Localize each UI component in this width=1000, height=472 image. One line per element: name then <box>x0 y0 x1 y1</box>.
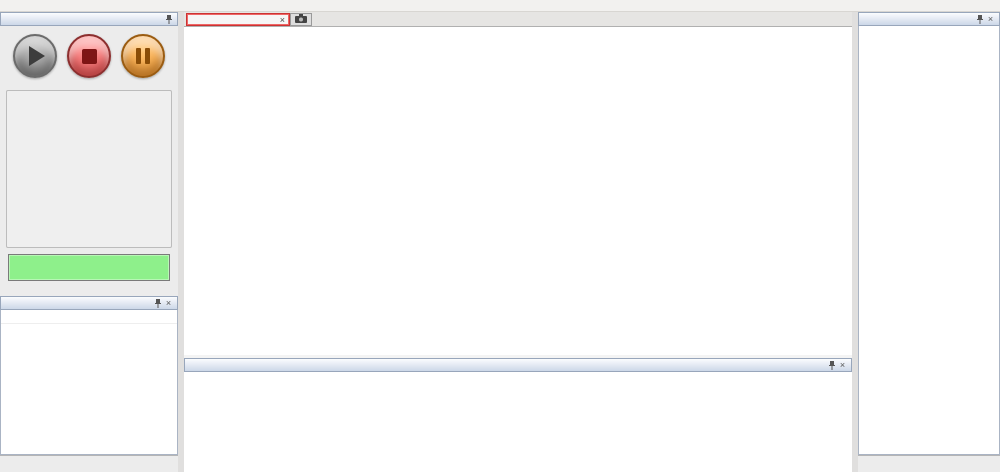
log-list[interactable] <box>0 310 178 455</box>
application-window: × × <box>0 0 1000 472</box>
running-status-group <box>6 90 172 248</box>
signal-tree[interactable] <box>858 26 1000 455</box>
camera-icon <box>295 14 307 26</box>
close-icon[interactable]: × <box>985 14 996 25</box>
transport-buttons <box>0 30 178 82</box>
pin-icon[interactable] <box>152 298 163 309</box>
channel-status-panel: × <box>184 358 852 472</box>
tab-control-window[interactable]: × <box>186 13 290 26</box>
pin-icon[interactable] <box>974 14 985 25</box>
close-icon[interactable]: × <box>163 298 174 309</box>
bottom-tab-bar-right <box>858 455 1000 470</box>
control-panel-header <box>0 12 178 26</box>
stop-icon <box>82 49 97 64</box>
bottom-tab-bar-left <box>0 455 178 470</box>
running-status-banner <box>8 254 170 281</box>
log-panel-header: × <box>0 296 178 310</box>
play-icon <box>29 46 45 66</box>
pause-icon <box>136 48 150 64</box>
control-panel: × <box>0 12 178 472</box>
play-button[interactable] <box>13 34 57 78</box>
snapshot-tab[interactable] <box>290 13 312 26</box>
chart-area[interactable] <box>184 27 852 355</box>
toolbar <box>0 0 1000 12</box>
close-icon[interactable]: × <box>837 360 848 371</box>
control-waveform-plot[interactable] <box>184 27 852 335</box>
stop-button[interactable] <box>67 34 111 78</box>
pin-icon[interactable] <box>163 14 174 25</box>
close-tab-icon[interactable]: × <box>280 15 285 25</box>
channel-panel-header: × <box>184 358 852 372</box>
log-header-row <box>1 310 177 324</box>
document-tab-bar: × <box>184 12 852 27</box>
workspace: × × <box>184 12 852 472</box>
signal-panel-header: × <box>858 12 1000 26</box>
log-panel: × <box>0 296 178 455</box>
signal-panel: × <box>858 12 1000 472</box>
pin-icon[interactable] <box>826 360 837 371</box>
pause-button[interactable] <box>121 34 165 78</box>
